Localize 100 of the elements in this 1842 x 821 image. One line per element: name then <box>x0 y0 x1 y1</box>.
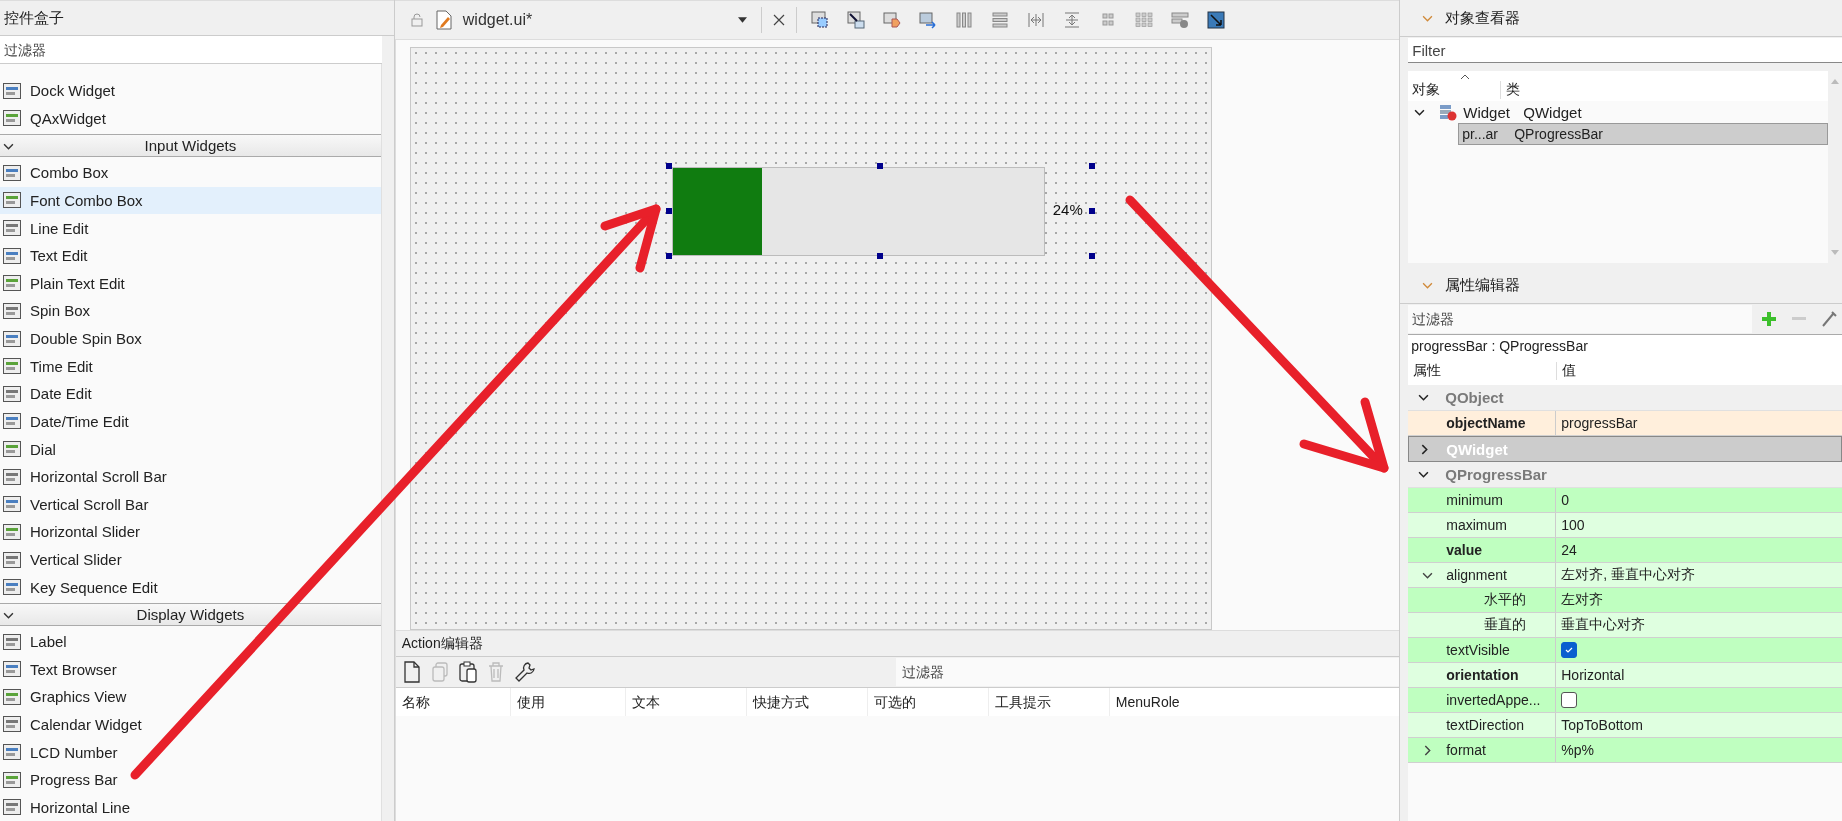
document-edit-icon <box>434 10 453 30</box>
property-row[interactable]: minimum 0 <box>1408 488 1842 513</box>
scrollbar[interactable] <box>380 64 394 821</box>
widget-item[interactable]: LCD Number <box>0 738 381 766</box>
property-row[interactable]: 水平的 左对齐 <box>1408 588 1842 613</box>
column-header[interactable]: 使用 <box>510 688 626 716</box>
signal-arrow-icon[interactable] <box>845 10 866 30</box>
column-header[interactable]: 属性 <box>1408 362 1558 380</box>
column-header[interactable]: 工具提示 <box>988 688 1110 716</box>
property-row[interactable]: objectName progressBar <box>1408 411 1842 436</box>
column-header[interactable]: MenuRole <box>1109 688 1316 716</box>
checkbox[interactable] <box>1561 692 1578 708</box>
widget-item[interactable]: Calendar Widget <box>0 710 381 739</box>
property-value: 左对齐 <box>1561 591 1604 609</box>
selection-handle[interactable] <box>665 253 672 259</box>
horizontal-bars-icon[interactable] <box>989 10 1010 30</box>
column-header[interactable]: 类 <box>1501 81 1521 99</box>
property-value: %p% <box>1561 742 1594 758</box>
tree-item[interactable]: Widget QWidget <box>1408 101 1828 123</box>
panel-title: 属性编辑器 <box>1445 275 1521 295</box>
property-row[interactable]: textDirection TopToBottom <box>1408 713 1842 738</box>
dots-grid-icon[interactable] <box>1133 10 1154 30</box>
widget-item[interactable]: Label <box>0 627 381 656</box>
category-header[interactable]: Display Widgets <box>0 603 381 626</box>
clipboard-icon[interactable] <box>457 661 478 683</box>
widget-item[interactable]: Double Spin Box <box>0 324 381 353</box>
widget-item[interactable]: Dial <box>0 435 381 463</box>
filter-field[interactable]: 过滤器 <box>895 658 1400 686</box>
close-icon[interactable] <box>771 13 786 27</box>
property-row[interactable]: 垂直的 垂直中心对齐 <box>1408 613 1842 638</box>
filter-field[interactable]: Filter <box>1408 38 1842 63</box>
checkbox[interactable] <box>1561 642 1578 658</box>
property-name: maximum <box>1446 517 1507 533</box>
property-row[interactable]: format %p% <box>1408 738 1842 763</box>
widget-item[interactable]: QAxWidget <box>0 104 381 133</box>
widget-item[interactable]: Horizontal Line <box>0 793 381 821</box>
selection-handle[interactable] <box>665 163 672 169</box>
widget-icon <box>2 190 22 211</box>
caret-icon <box>737 17 747 23</box>
selection-handle[interactable] <box>877 253 884 259</box>
widget-item[interactable]: Key Sequence Edit <box>0 573 381 601</box>
widget-item[interactable]: Graphics View <box>0 683 381 711</box>
widget-item[interactable]: Font Combo Box <box>0 186 381 215</box>
selection-handle[interactable] <box>1088 253 1095 259</box>
selection-handle[interactable] <box>1088 163 1095 169</box>
property-row[interactable]: invertedAppe... <box>1408 688 1842 713</box>
property-row[interactable]: orientation Horizontal <box>1408 663 1842 688</box>
filter-field[interactable]: 过滤器 <box>0 36 382 64</box>
widget-item[interactable]: Vertical Scroll Bar <box>0 490 381 519</box>
widget-select-icon[interactable] <box>809 10 830 30</box>
file-dropdown[interactable]: widget.ui* <box>462 11 751 29</box>
object-name: pr...ar <box>1462 126 1500 142</box>
widget-item[interactable]: Date Edit <box>0 380 381 408</box>
widget-item[interactable]: Time Edit <box>0 352 381 380</box>
widget-stop-icon <box>1439 103 1458 121</box>
column-header[interactable]: 值 <box>1557 362 1577 380</box>
widget-item[interactable]: Text Edit <box>0 241 381 270</box>
property-group[interactable]: QProgressBar <box>1408 462 1842 488</box>
widget-item[interactable]: Progress Bar <box>0 765 381 794</box>
wrench-icon[interactable] <box>513 661 536 683</box>
widget-item[interactable]: Horizontal Scroll Bar <box>0 462 381 491</box>
property-name: orientation <box>1446 667 1519 683</box>
class-name: QWidget <box>1523 103 1582 121</box>
selection-handle[interactable] <box>665 208 672 214</box>
column-header[interactable]: 名称 <box>395 688 511 716</box>
filter-field[interactable]: 过滤器 <box>1408 305 1752 333</box>
property-name: minimum <box>1446 492 1503 508</box>
property-row[interactable]: value 24 <box>1408 538 1842 563</box>
selection-handle[interactable] <box>1088 208 1095 214</box>
column-header[interactable]: 对象 <box>1408 81 1502 99</box>
form-layout-icon[interactable] <box>1169 10 1190 30</box>
panel-title: 对象查看器 <box>1445 8 1521 28</box>
property-group[interactable]: QObject <box>1408 385 1842 411</box>
widget-item[interactable]: Combo Box <box>0 159 381 187</box>
column-header[interactable]: 快捷方式 <box>746 688 868 716</box>
group-name: QProgressBar <box>1445 466 1547 483</box>
widget-item[interactable]: Spin Box <box>0 297 381 325</box>
property-name: textVisible <box>1446 642 1510 658</box>
property-row[interactable]: alignment 左对齐, 垂直中心对齐 <box>1408 563 1842 588</box>
column-header[interactable]: 可选的 <box>867 688 989 716</box>
tag-icon[interactable] <box>881 10 902 30</box>
column-header[interactable]: 文本 <box>625 688 747 716</box>
property-name: alignment <box>1446 567 1507 583</box>
widget-item[interactable]: Text Browser <box>0 655 381 683</box>
selection-handle[interactable] <box>877 163 884 169</box>
property-row[interactable]: maximum 100 <box>1408 513 1842 538</box>
horizontal-splitter-icon[interactable] <box>1025 10 1046 30</box>
widget-item[interactable]: Horizontal Slider <box>0 518 381 546</box>
tab-order-icon[interactable] <box>917 10 938 30</box>
property-value: 垂直中心对齐 <box>1561 616 1646 634</box>
new-document-icon[interactable] <box>401 661 422 683</box>
category-header[interactable]: Input Widgets <box>0 134 381 157</box>
tree-item[interactable]: pr...ar QProgressBar <box>1458 123 1828 145</box>
vertical-bars-icon[interactable] <box>953 10 974 30</box>
widget-item[interactable]: Date/Time Edit <box>0 407 381 436</box>
property-row[interactable]: textVisible <box>1408 638 1842 663</box>
widget-item[interactable]: Vertical Slider <box>0 545 381 574</box>
widget-item[interactable]: Plain Text Edit <box>0 269 381 298</box>
widget-item[interactable]: Dock Widget <box>0 77 381 105</box>
widget-item[interactable]: Line Edit <box>0 214 381 242</box>
